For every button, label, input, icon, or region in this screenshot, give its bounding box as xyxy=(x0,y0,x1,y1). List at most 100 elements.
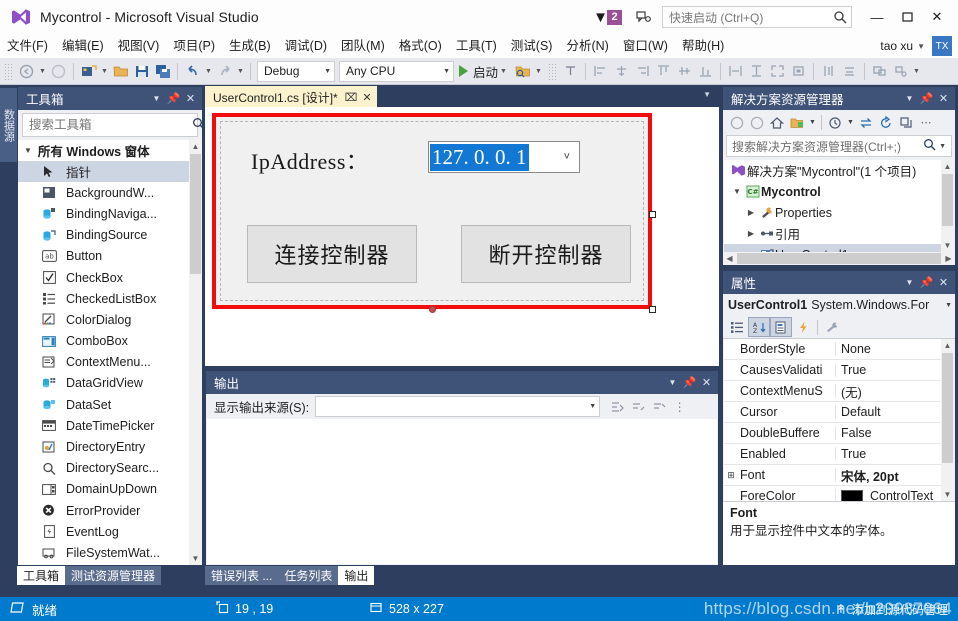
list-item[interactable]: ComboBox xyxy=(18,331,202,352)
menu-item-build[interactable]: 生成(B) xyxy=(222,34,278,58)
search-icon[interactable] xyxy=(923,138,936,154)
show-all-files-icon[interactable] xyxy=(825,113,845,133)
property-value[interactable]: True xyxy=(836,447,954,461)
tab-error-list[interactable]: 错误列表 ... xyxy=(205,566,279,585)
bring-to-front-icon[interactable] xyxy=(869,61,890,82)
maximize-button[interactable] xyxy=(892,0,922,34)
toolbox-search-field[interactable] xyxy=(29,118,190,132)
navigate-back-icon[interactable] xyxy=(16,61,37,82)
avatar[interactable]: TX xyxy=(932,36,952,56)
refresh-icon[interactable] xyxy=(876,113,896,133)
resize-handle-bottom-right[interactable] xyxy=(649,306,656,313)
output-text-area[interactable] xyxy=(207,419,717,564)
scroll-right-icon[interactable]: ▶ xyxy=(942,254,955,263)
list-item[interactable]: FlowLayoutPa... xyxy=(18,564,202,565)
send-to-back-icon[interactable] xyxy=(890,61,911,82)
forward-icon[interactable] xyxy=(747,113,767,133)
designer-canvas[interactable]: IpAddress： 127. 0. 0. 1 ˅ 连接控制器 断开控制器 xyxy=(205,107,719,366)
menu-item-edit[interactable]: 编辑(E) xyxy=(55,34,111,58)
list-item[interactable]: EventLog xyxy=(18,521,202,542)
navigate-forward-icon[interactable] xyxy=(48,61,69,82)
undo-icon[interactable] xyxy=(182,61,203,82)
chevron-down-icon[interactable]: ▼ xyxy=(498,61,509,82)
expand-plus-icon[interactable]: ⊞ xyxy=(724,470,738,481)
toolbox-group-all-windows-forms[interactable]: ▼ 所有 Windows 窗体 xyxy=(18,140,202,161)
property-value[interactable]: True xyxy=(836,363,954,377)
chevron-down-icon[interactable]: ▼ xyxy=(901,273,918,292)
size-to-fit-icon[interactable] xyxy=(788,61,809,82)
scrollbar-thumb[interactable] xyxy=(942,174,953,226)
find-in-files-icon[interactable] xyxy=(512,61,533,82)
menu-item-tools[interactable]: 工具(T) xyxy=(449,34,504,58)
triangle-expanded-icon[interactable]: ▼ xyxy=(730,187,744,196)
pending-changes-icon[interactable] xyxy=(787,113,807,133)
make-same-width-icon[interactable] xyxy=(725,61,746,82)
scrollbar-thumb[interactable] xyxy=(190,154,201,274)
tab-usercontrol1-designer[interactable]: UserControl1.cs [设计]* ⌧ ✕ xyxy=(205,86,377,107)
new-project-icon[interactable] xyxy=(78,61,99,82)
menu-item-analyze[interactable]: 分析(N) xyxy=(559,34,615,58)
hscrollbar-thumb[interactable] xyxy=(737,253,941,264)
menu-item-help[interactable]: 帮助(H) xyxy=(675,34,731,58)
navigate-back-dropdown-icon[interactable]: ▼ xyxy=(37,61,48,82)
menu-item-file[interactable]: 文件(F) xyxy=(0,34,55,58)
find-dropdown-icon[interactable]: ▼ xyxy=(533,61,544,82)
resize-handle-right[interactable] xyxy=(649,211,656,218)
property-pages-icon[interactable] xyxy=(821,317,843,337)
chevron-down-icon[interactable]: ▼ xyxy=(936,143,949,150)
categorized-icon[interactable] xyxy=(726,317,748,337)
solution-configuration-select[interactable]: Debug ▼ xyxy=(257,60,335,82)
redo-icon[interactable] xyxy=(214,61,235,82)
property-value[interactable]: False xyxy=(836,426,954,440)
scroll-up-icon[interactable]: ▲ xyxy=(941,339,954,352)
close-icon[interactable]: ✕ xyxy=(935,89,952,108)
scroll-down-icon[interactable]: ▼ xyxy=(941,488,954,501)
property-value[interactable]: Default xyxy=(836,405,954,419)
list-item[interactable]: BackgroundW... xyxy=(18,182,202,203)
save-all-icon[interactable] xyxy=(152,61,173,82)
triangle-collapsed-icon[interactable]: ▶ xyxy=(744,229,758,238)
quick-launch-input[interactable]: 快速启动 (Ctrl+Q) xyxy=(662,6,852,28)
list-item[interactable]: BindingNaviga... xyxy=(18,203,202,224)
property-value[interactable]: (无) xyxy=(836,382,954,401)
ip-address-combobox[interactable]: 127. 0. 0. 1 ˅ xyxy=(428,141,580,173)
list-item[interactable]: ColorDialog xyxy=(18,309,202,330)
list-item[interactable]: DirectorySearc... xyxy=(18,458,202,479)
align-rights-icon[interactable] xyxy=(632,61,653,82)
triangle-collapsed-icon[interactable]: ▶ xyxy=(744,208,758,217)
list-item[interactable]: CheckedListBox xyxy=(18,288,202,309)
properties-scrollbar[interactable]: ▲ ▼ xyxy=(941,339,954,501)
property-value[interactable]: 宋体, 20pt xyxy=(836,466,954,485)
new-project-dropdown-icon[interactable]: ▼ xyxy=(99,61,110,82)
list-item[interactable]: CheckBox xyxy=(18,267,202,288)
list-item[interactable]: ContextMenu... xyxy=(18,352,202,373)
tree-item-solution[interactable]: 解决方案"Mycontrol"(1 个项目) xyxy=(724,160,954,181)
list-item[interactable]: FileSystemWat... xyxy=(18,542,202,563)
menu-item-view[interactable]: 视图(V) xyxy=(111,34,167,58)
toolbar-grip[interactable] xyxy=(4,62,13,80)
property-row-font[interactable]: ⊞ Font 宋体, 20pt xyxy=(724,465,954,486)
property-row[interactable]: ContextMenuS (无) xyxy=(724,381,954,402)
solution-explorer-search-input[interactable]: 搜索解决方案资源管理器(Ctrl+;) ▼ xyxy=(726,135,952,157)
go-to-previous-icon[interactable] xyxy=(627,396,648,417)
minimize-button[interactable]: — xyxy=(862,0,892,34)
open-file-icon[interactable] xyxy=(110,61,131,82)
property-row[interactable]: Cursor Default xyxy=(724,402,954,423)
align-tops-icon[interactable] xyxy=(653,61,674,82)
sync-icon[interactable] xyxy=(856,113,876,133)
chevron-down-icon[interactable]: ▼ xyxy=(845,113,856,133)
events-icon[interactable] xyxy=(792,317,814,337)
pin-icon[interactable]: 📌 xyxy=(918,89,935,108)
align-middles-icon[interactable] xyxy=(674,61,695,82)
feedback-icon[interactable] xyxy=(636,10,652,24)
scroll-up-icon[interactable]: ▲ xyxy=(941,160,954,173)
properties-object-select[interactable]: UserControl1 System.Windows.For ▼ xyxy=(723,294,955,316)
close-button[interactable]: ✕ xyxy=(922,0,952,34)
property-row[interactable]: Enabled True xyxy=(724,444,954,465)
toolbox-scrollbar[interactable]: ▲ ▼ xyxy=(189,140,202,565)
scrollbar-thumb[interactable] xyxy=(942,353,953,463)
alphabetical-icon[interactable]: AZ xyxy=(748,317,770,337)
chevron-down-icon[interactable]: ▼ xyxy=(945,302,952,309)
undo-dropdown-icon[interactable]: ▼ xyxy=(203,61,214,82)
chevron-down-icon[interactable]: ▼ xyxy=(807,113,818,133)
